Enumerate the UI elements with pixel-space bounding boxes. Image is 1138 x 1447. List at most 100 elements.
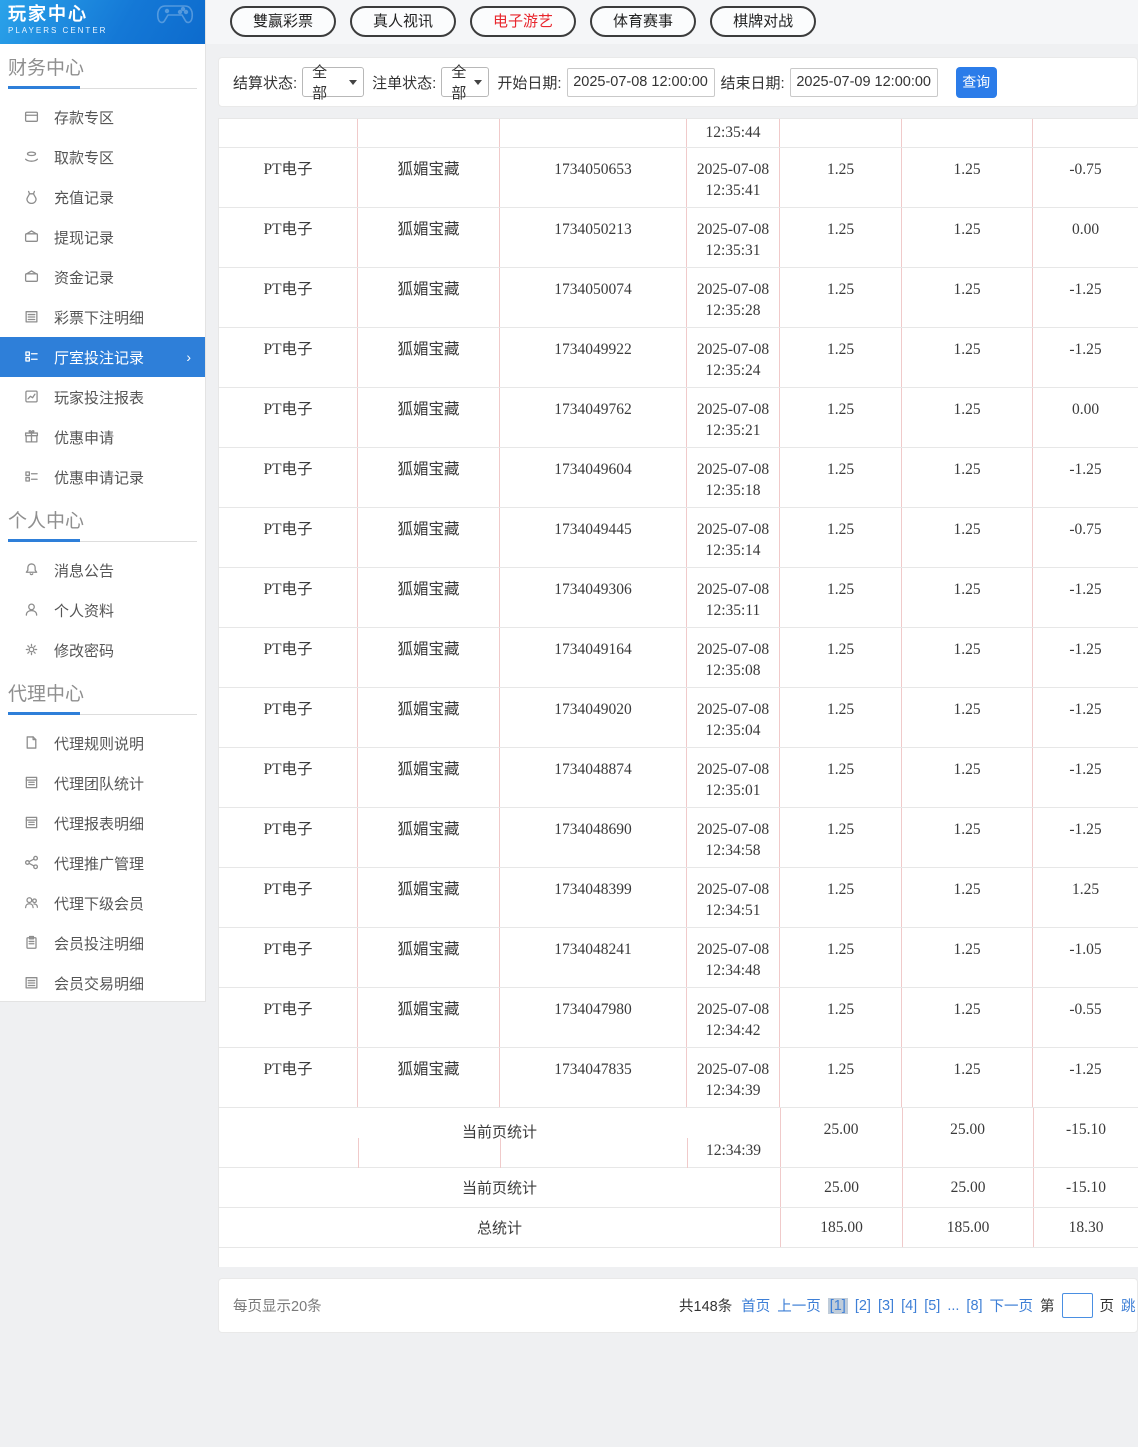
end-date-label: 结束日期: — [720, 74, 785, 92]
page-link[interactable]: [2] — [855, 1298, 871, 1314]
cell-order: 1734049306 — [500, 568, 687, 627]
cell-order: 1734048690 — [500, 808, 687, 867]
sidebar-item-label: 资金记录 — [54, 269, 115, 287]
cell-bet: 1.25 — [780, 628, 902, 687]
page-link[interactable]: [1] — [827, 1297, 848, 1314]
total-row: 总统计 185.00 185.00 18.30 — [219, 1208, 1138, 1248]
tab-live-video[interactable]: 真人视讯 — [350, 6, 457, 37]
cell-order: 1734050213 — [500, 208, 687, 267]
sidebar-item-agent-team-stats[interactable]: 代理团队统计 — [0, 763, 205, 803]
cell-win-loss: -1.25 — [1069, 1061, 1102, 1078]
sidebar-item-agent-sub-members[interactable]: 代理下级会员 — [0, 883, 205, 923]
cell-datetime: 2025-07-08 12:35:31 — [687, 208, 780, 267]
cell-valid-bet: 1.25 — [902, 448, 1033, 507]
page-link[interactable]: 首页 — [741, 1295, 770, 1316]
tab-sports[interactable]: 体育赛事 — [590, 6, 697, 37]
cell-valid-bet: 1.25 — [902, 868, 1033, 927]
settle-status-select[interactable]: 全部 — [302, 64, 365, 102]
sidebar-item-lottery-bet-details[interactable]: 彩票下注明细 — [0, 297, 205, 337]
user-icon — [24, 602, 40, 618]
summary-win: -15.10 — [1033, 1168, 1138, 1207]
total-win: 18.30 — [1033, 1208, 1138, 1247]
sidebar-item-change-password[interactable]: 修改密码 — [0, 630, 205, 670]
page-jump-input[interactable] — [1061, 1293, 1093, 1318]
page-links: 首页 上一页 [1] [2] [3] [4] [5]... [8] 下一页 — [741, 1295, 1033, 1316]
gear-icon — [24, 642, 40, 658]
cell-game: 狐媚宝藏 — [358, 928, 500, 987]
page-ellipsis[interactable]: ... — [947, 1298, 959, 1314]
cell-bet: 1.25 — [780, 148, 902, 207]
cell-platform: PT电子 — [219, 328, 358, 387]
table-row: PT电子 狐媚宝藏 1734049164 2025-07-08 12:35:08 1.25… — [219, 628, 1138, 688]
cell-bet: 1.25 — [780, 508, 902, 567]
clipboard-icon — [24, 935, 40, 951]
cell-win-loss: -1.05 — [1069, 941, 1102, 958]
sidebar-item-recharge-records[interactable]: 充值记录 — [0, 177, 205, 217]
cell-win-loss: -0.75 — [1069, 521, 1102, 538]
start-date-input[interactable] — [566, 67, 715, 97]
sidebar-item-withdraw-zone[interactable]: 取款专区 — [0, 137, 205, 177]
page-link[interactable]: [3] — [878, 1298, 894, 1314]
sidebar-item-agent-report-details[interactable]: 代理报表明细 — [0, 803, 205, 843]
cell-bet: 1.25 — [780, 748, 902, 807]
tab-electronic-games[interactable]: 电子游艺 — [470, 6, 577, 37]
sidebar-item-agent-promotion[interactable]: 代理推广管理 — [0, 843, 205, 883]
sidebar-item-deposit-zone[interactable]: 存款专区 — [0, 97, 205, 137]
card-icon — [24, 109, 40, 125]
cell-order: 1734050074 — [500, 268, 687, 327]
sidebar-item-member-bet-details[interactable]: 会员投注明细 — [0, 923, 205, 963]
cell-valid-bet: 1.25 — [902, 208, 1033, 267]
sidebar-item-profile[interactable]: 个人资料 — [0, 590, 205, 630]
sidebar-item-hall-bet-records[interactable]: 厅室投注记录 › — [0, 337, 205, 377]
cell-game — [358, 119, 500, 147]
cell-datetime: 2025-07-08 12:34:51 — [687, 868, 780, 927]
table-row: PT电子 狐媚宝藏 1734048874 2025-07-08 12:35:01 1.25… — [219, 748, 1138, 808]
report-icon — [24, 815, 40, 831]
jump-go-link[interactable]: 跳 — [1121, 1295, 1136, 1316]
sidebar-item-member-transaction-details[interactable]: 会员交易明细 — [0, 963, 205, 1003]
bell-icon — [24, 562, 40, 578]
end-date-input[interactable] — [789, 67, 938, 97]
chevron-down-icon — [349, 79, 358, 85]
sidebar-section-title: 代理中心 — [8, 684, 85, 705]
cell-platform: PT电子 — [219, 868, 358, 927]
cell-bet: 1.25 — [780, 808, 902, 867]
page-link[interactable]: 上一页 — [777, 1295, 821, 1316]
cell-bet: 1.25 — [780, 208, 902, 267]
cell-order: 1734049922 — [500, 328, 687, 387]
summary-row-overlap: 当前页统计 12:34:39 25.00 25.00 -15.10 — [219, 1108, 1138, 1168]
pagination-bar: 每页显示20条 共148条 首页 上一页 [1] [2] [3] [4] [5]... [8]… — [218, 1278, 1138, 1333]
sidebar-item-funds-records[interactable]: 资金记录 — [0, 257, 205, 297]
sidebar-item-promo-apply[interactable]: 优惠申请 — [0, 417, 205, 457]
cell-datetime: 2025-07-08 12:34:39 — [687, 1048, 780, 1107]
sidebar-item-label: 提现记录 — [54, 229, 115, 247]
query-button[interactable]: 查询 — [955, 66, 997, 98]
summary-bet: 25.00 — [780, 1168, 902, 1207]
cell-bet: 1.25 — [780, 328, 902, 387]
page-link[interactable]: [4] — [901, 1298, 917, 1314]
sidebar-item-messages[interactable]: 消息公告 — [0, 550, 205, 590]
cell-order: 1734047835 — [500, 1048, 687, 1107]
table-row: PT电子 狐媚宝藏 1734049922 2025-07-08 12:35:24 1.25… — [219, 328, 1138, 388]
table-row: PT电子 狐媚宝藏 1734049445 2025-07-08 12:35:14 1.25… — [219, 508, 1138, 568]
table-row: PT电子 狐媚宝藏 1734048241 2025-07-08 12:34:48 1.25… — [219, 928, 1138, 988]
cell-game: 狐媚宝藏 — [358, 988, 500, 1047]
sidebar-item-promo-apply-records[interactable]: 优惠申请记录 — [0, 457, 205, 497]
page-link[interactable]: [8] — [966, 1298, 982, 1314]
cell-valid-bet: 1.25 — [902, 148, 1033, 207]
tab-lottery[interactable]: 雙赢彩票 — [230, 6, 337, 37]
sidebar-item-agent-rules[interactable]: 代理规则说明 — [0, 723, 205, 763]
cell-platform: PT电子 — [219, 148, 358, 207]
table-row: PT电子 狐媚宝藏 1734048399 2025-07-08 12:34:51 1.25… — [219, 868, 1138, 928]
cell-platform: PT电子 — [219, 208, 358, 267]
tab-board-games[interactable]: 棋牌对战 — [710, 6, 817, 37]
cell-order: 1734049445 — [500, 508, 687, 567]
total-bet: 185.00 — [780, 1208, 902, 1247]
wallet-icon — [24, 229, 40, 245]
sidebar-item-withdrawal-records[interactable]: 提现记录 — [0, 217, 205, 257]
page-link[interactable]: 下一页 — [990, 1295, 1034, 1316]
order-status-select[interactable]: 全部 — [441, 64, 490, 102]
sidebar-item-player-bet-report[interactable]: 玩家投注报表 — [0, 377, 205, 417]
page-link[interactable]: [5] — [924, 1298, 940, 1314]
table-row: PT电子 狐媚宝藏 1734047980 2025-07-08 12:34:42 1.25… — [219, 988, 1138, 1048]
